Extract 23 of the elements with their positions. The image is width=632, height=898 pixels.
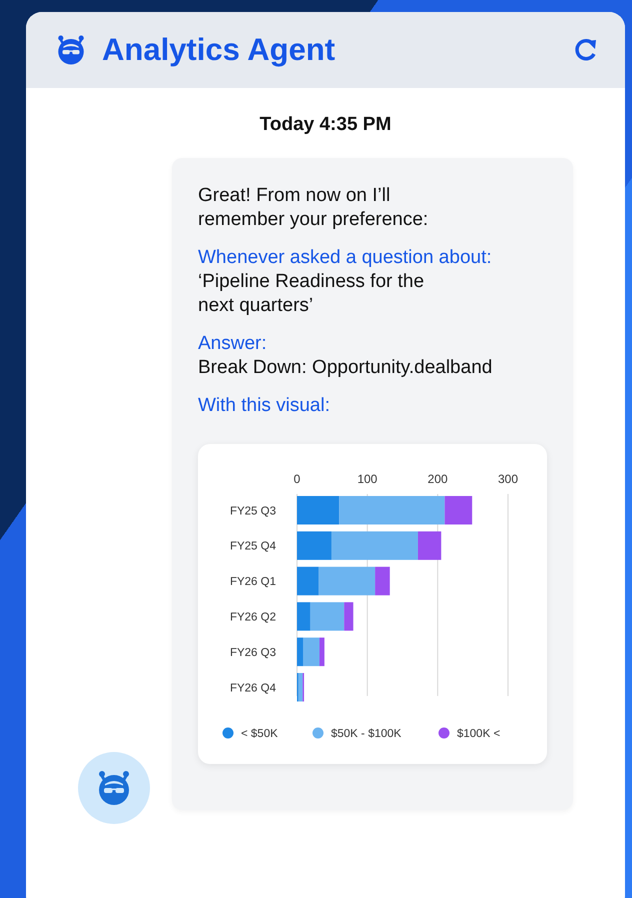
section-text: ‘Pipeline Readiness for the next quarters’ <box>198 270 426 318</box>
category-label: FY25 Q4 <box>230 540 276 553</box>
axis-tick-label: 100 <box>357 472 378 486</box>
message-timestamp: Today 4:35 PM <box>260 114 392 136</box>
refresh-button[interactable] <box>573 37 599 63</box>
refresh-icon <box>573 37 599 63</box>
category-label: FY26 Q1 <box>230 576 276 588</box>
section-label: Answer: <box>198 332 268 356</box>
axis-tick-label: 200 <box>428 472 448 486</box>
section-label: Whenever asked a question about: <box>198 246 493 270</box>
message-text: Great! From now on I’ll remember your preference: <box>198 184 430 232</box>
legend-label: < $50K <box>241 728 278 740</box>
category-label: FY26 Q2 <box>230 611 276 624</box>
legend-label: $100K < <box>457 728 500 740</box>
legend-label: $50K - $100K <box>331 728 402 740</box>
axis-tick-label: 300 <box>498 472 518 486</box>
category-label: FY25 Q3 <box>230 505 276 518</box>
app-title: Analytics Agent <box>102 32 336 68</box>
category-label: FY26 Q4 <box>230 682 276 694</box>
axis-tick-label: 0 <box>294 472 300 486</box>
section-label: With this visual: <box>198 394 331 418</box>
section-text: Break Down: Opportunity.dealband <box>198 356 494 380</box>
category-label: FY26 Q3 <box>230 646 276 659</box>
